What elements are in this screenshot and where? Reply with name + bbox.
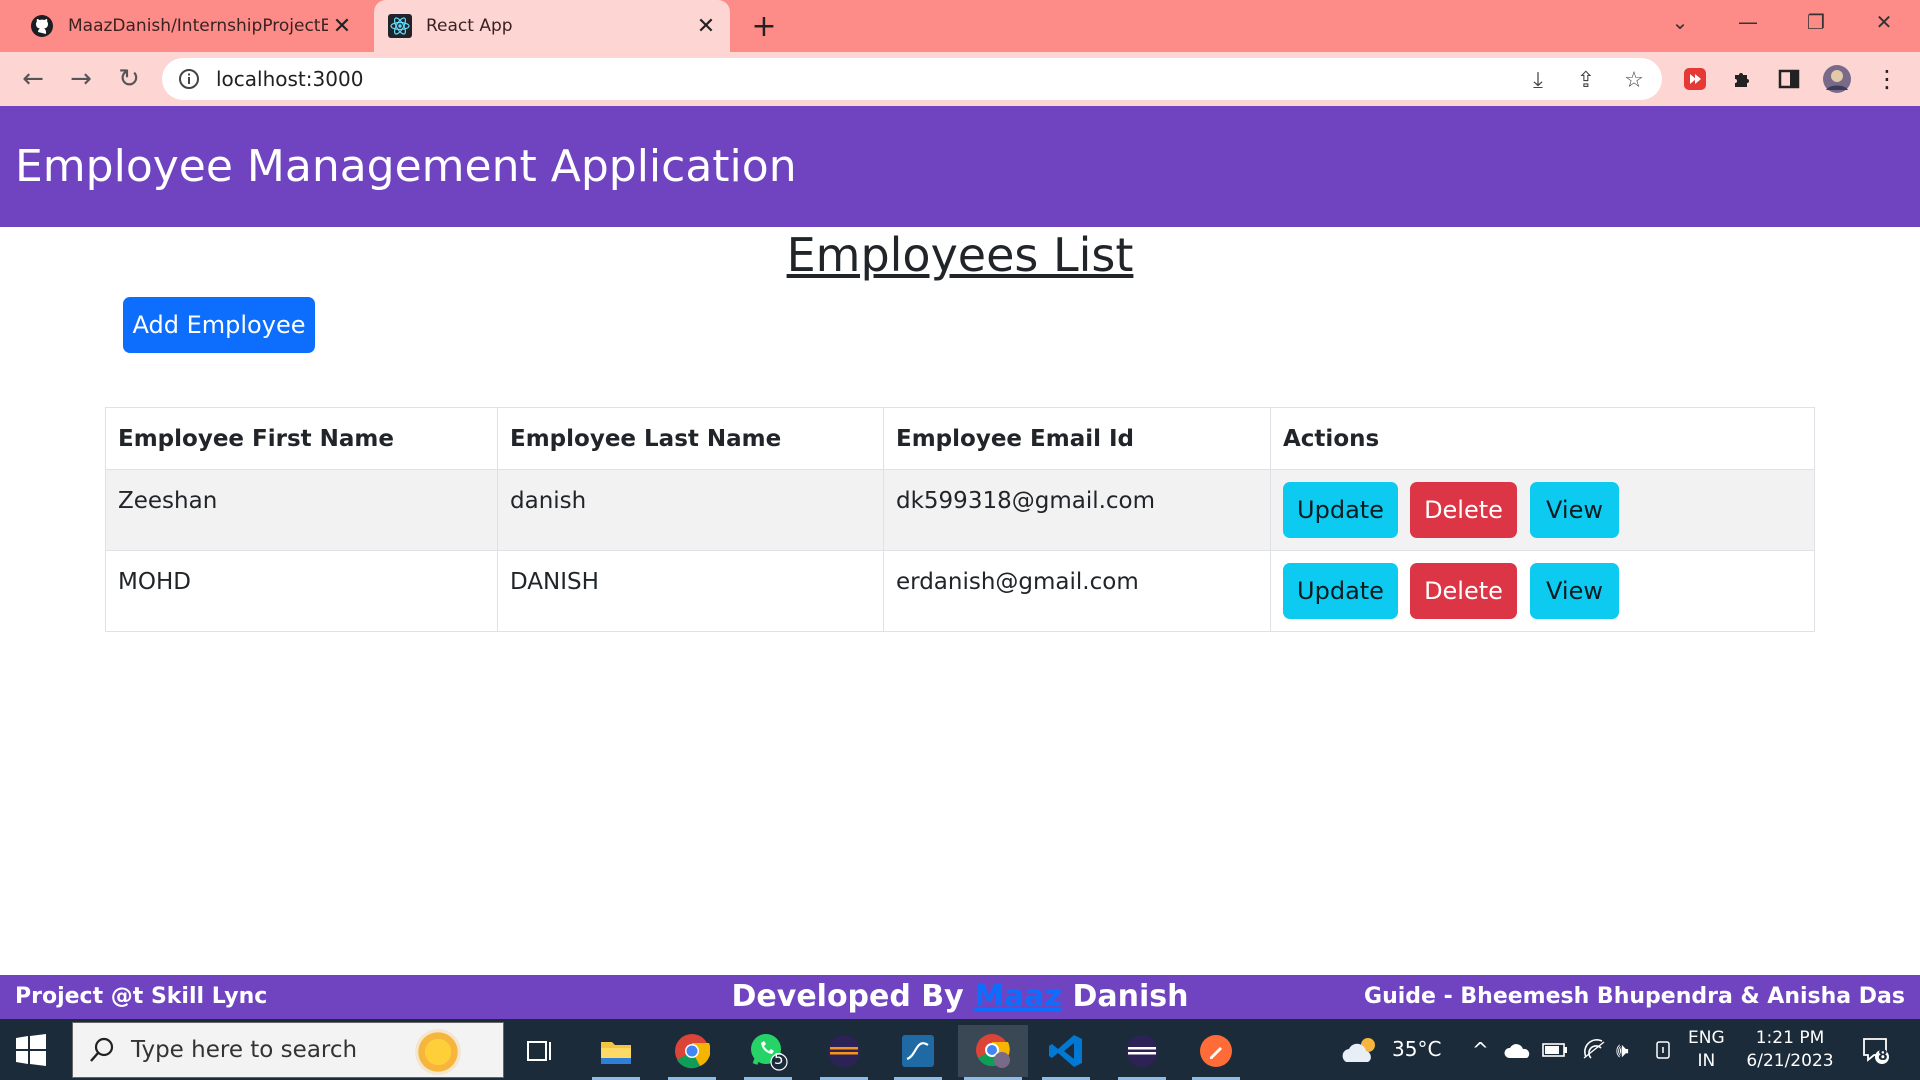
cloudy-weather-icon	[1342, 1037, 1375, 1062]
battery-icon[interactable]	[1542, 1019, 1568, 1080]
install-app-icon[interactable]: ⤓	[1524, 66, 1552, 94]
language-indicator[interactable]: ENG IN	[1688, 1019, 1725, 1080]
delete-button[interactable]: Delete	[1410, 482, 1517, 538]
app-header: Employee Management Application	[0, 106, 1920, 227]
wifi-icon[interactable]	[1582, 1019, 1606, 1080]
footer-developer-surname: Danish	[1072, 979, 1189, 1014]
chrome-profile-icon[interactable]	[958, 1025, 1028, 1080]
new-tab-button[interactable]: +	[748, 9, 780, 44]
actions-cell: Update Delete View	[1270, 469, 1815, 551]
weather-sun-icon	[415, 1029, 461, 1075]
tab-react-app[interactable]: React App ✕	[374, 0, 730, 52]
eclipse-ide-icon[interactable]	[1112, 1025, 1172, 1080]
close-tab-icon[interactable]: ✕	[328, 12, 356, 40]
close-window-icon[interactable]: ✕	[1854, 0, 1914, 44]
email-cell: erdanish@gmail.com	[883, 550, 1271, 632]
reload-icon[interactable]: ↻	[112, 62, 146, 96]
last-name-cell: danish	[497, 469, 884, 551]
update-button[interactable]: Update	[1283, 482, 1398, 538]
bookmark-star-icon[interactable]: ☆	[1620, 66, 1648, 94]
task-view-icon[interactable]	[510, 1025, 570, 1077]
clock[interactable]: 1:21 PM 6/21/2023	[1740, 1019, 1840, 1080]
view-button[interactable]: View	[1530, 482, 1619, 538]
share-icon[interactable]: ⇪	[1572, 66, 1600, 94]
actions-cell: Update Delete View	[1270, 550, 1815, 632]
show-hidden-icons-chevron-icon[interactable]: ^	[1472, 1019, 1489, 1080]
first-name-cell: MOHD	[105, 550, 498, 632]
footer-developed-by: Developed By	[731, 979, 964, 1014]
mysql-workbench-icon[interactable]	[888, 1025, 948, 1080]
employees-table: Employee First Name Employee Last Name E…	[105, 407, 1815, 632]
postman-icon[interactable]	[1186, 1025, 1246, 1080]
file-explorer-icon[interactable]	[586, 1025, 646, 1080]
last-name-cell: DANISH	[497, 550, 884, 632]
column-header: Employee Last Name	[497, 407, 884, 470]
windows-start-icon[interactable]	[14, 1033, 56, 1067]
app-title: Employee Management Application	[15, 141, 797, 192]
react-icon	[388, 14, 412, 38]
taskbar-search-input[interactable]: Type here to search	[72, 1022, 504, 1078]
whatsapp-icon[interactable]: 5	[738, 1025, 798, 1080]
onedrive-cloud-icon[interactable]	[1504, 1019, 1532, 1080]
minimize-icon[interactable]: —	[1718, 0, 1778, 44]
update-button[interactable]: Update	[1283, 563, 1398, 619]
tab-github[interactable]: MaazDanish/InternshipProjectEM ✕	[16, 0, 366, 52]
extensions-puzzle-icon[interactable]	[1726, 62, 1760, 96]
table-row: Zeeshan danish dk599318@gmail.com Update…	[105, 469, 1815, 551]
eclipse-icon[interactable]	[814, 1025, 874, 1080]
column-header: Actions	[1270, 407, 1815, 470]
profile-avatar[interactable]	[1820, 62, 1854, 96]
windows-taskbar: Type here to search 5 35°C ^ 🕪 ENG IN 1:…	[0, 1019, 1920, 1080]
view-button[interactable]: View	[1530, 563, 1619, 619]
address-bar[interactable]: localhost:3000 ⤓ ⇪ ☆	[162, 58, 1662, 100]
column-header: Employee Email Id	[883, 407, 1271, 470]
chrome-icon[interactable]	[662, 1025, 722, 1080]
github-icon	[30, 14, 54, 38]
weather-widget[interactable]: 35°C	[1340, 1019, 1441, 1080]
url-text: localhost:3000	[216, 67, 364, 91]
forward-arrow-icon[interactable]: →	[64, 62, 98, 96]
page-title: Employees List	[786, 228, 1134, 282]
weather-temperature: 35°C	[1392, 1037, 1442, 1061]
back-arrow-icon[interactable]: ←	[16, 62, 50, 96]
tab-title: MaazDanish/InternshipProjectEM	[68, 16, 328, 36]
clock-date: 6/21/2023	[1746, 1050, 1834, 1071]
app-footer: Project @t Skill Lync Developed By Maaz …	[0, 975, 1920, 1019]
first-name-cell: Zeeshan	[105, 469, 498, 551]
table-header-row: Employee First Name Employee Last Name E…	[105, 407, 1815, 470]
tab-search-chevron-icon[interactable]: ⌄	[1650, 0, 1710, 44]
side-panel-icon[interactable]	[1772, 62, 1806, 96]
browser-tab-strip: MaazDanish/InternshipProjectEM ✕ React A…	[0, 0, 1920, 52]
delete-button[interactable]: Delete	[1410, 563, 1517, 619]
email-cell: dk599318@gmail.com	[883, 469, 1271, 551]
close-tab-icon[interactable]: ✕	[692, 12, 720, 40]
table-row: MOHD DANISH erdanish@gmail.com Update De…	[105, 550, 1815, 632]
whatsapp-badge: 5	[774, 1050, 784, 1068]
tab-title: React App	[426, 16, 513, 36]
volume-icon[interactable]: 🕪	[1616, 1019, 1629, 1080]
developer-link[interactable]: Maaz	[974, 979, 1062, 1014]
clock-time: 1:21 PM	[1755, 1027, 1825, 1048]
column-header: Employee First Name	[105, 407, 498, 470]
extension-red-icon[interactable]	[1678, 62, 1712, 96]
restore-icon[interactable]: ❐	[1786, 0, 1846, 44]
footer-guide-text: Guide - Bheemesh Bhupendra & Anisha Das	[1364, 984, 1905, 1009]
add-employee-button[interactable]: Add Employee	[123, 297, 315, 353]
browser-toolbar: ← → ↻ localhost:3000 ⤓ ⇪ ☆ ⋮	[0, 52, 1920, 106]
language-code: ENG	[1688, 1027, 1725, 1048]
site-info-icon[interactable]	[178, 68, 200, 90]
browser-menu-icon[interactable]: ⋮	[1870, 62, 1904, 96]
search-placeholder: Type here to search	[131, 1037, 358, 1063]
meet-now-icon[interactable]	[1654, 1019, 1674, 1080]
region-code: IN	[1697, 1050, 1716, 1071]
search-icon	[87, 1035, 117, 1065]
notification-count: 8	[1878, 1048, 1888, 1064]
notifications-icon[interactable]: 8	[1860, 1019, 1890, 1080]
vscode-icon[interactable]	[1036, 1025, 1096, 1080]
